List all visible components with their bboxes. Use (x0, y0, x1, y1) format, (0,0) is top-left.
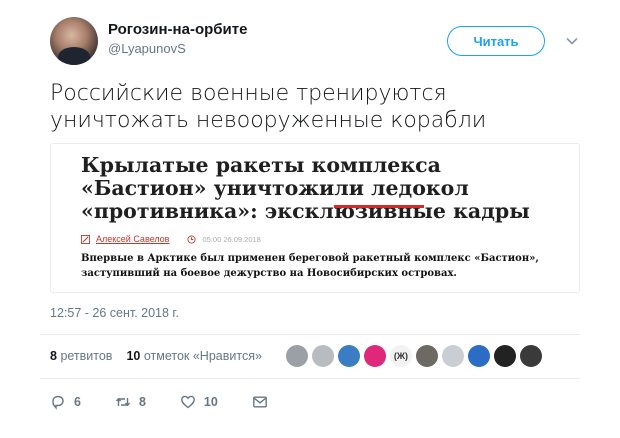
user-handle[interactable]: @LyapunovS (108, 41, 186, 56)
retweet-icon (115, 397, 130, 407)
engagement-stats: 8 ретвитов 10 отметок «Нравится» (50, 349, 262, 363)
avatar[interactable] (286, 345, 308, 367)
retweet-button[interactable]: 8 (115, 394, 146, 410)
display-name[interactable]: Рогозин-на-орбите (108, 21, 247, 38)
clock-icon (187, 234, 197, 244)
headline-underline (334, 205, 424, 208)
avatar[interactable] (50, 17, 98, 65)
avatar[interactable]: (Ж) (390, 345, 412, 367)
tweet-actions: 6 8 10 (50, 394, 302, 410)
card-headline: Крылатые ракеты комплекса «Бастион» унич… (81, 153, 530, 223)
tweet-timestamp[interactable]: 12:57 - 26 сент. 2018 г. (50, 306, 179, 320)
direct-message-button[interactable] (252, 394, 268, 410)
card-date: 05:00 26.09.2018 (202, 234, 261, 244)
retweets-stat[interactable]: 8 ретвитов (50, 349, 112, 363)
divider (40, 378, 580, 379)
reply-count: 6 (74, 395, 81, 409)
avatar[interactable] (416, 345, 438, 367)
retweets-stat-label: ретвитов (60, 349, 113, 363)
reply-icon (52, 395, 64, 410)
pencil-icon (81, 234, 90, 244)
liker-avatars: (Ж) (286, 345, 542, 367)
like-count: 10 (203, 395, 218, 409)
card-body: Впервые в Арктике был применен береговой… (81, 253, 539, 279)
avatar[interactable] (364, 345, 386, 367)
avatar[interactable] (520, 345, 542, 367)
chevron-down-icon[interactable] (565, 34, 579, 48)
avatar[interactable] (442, 345, 464, 367)
divider (40, 334, 580, 335)
likes-stat[interactable]: 10 отметок «Нравится» (126, 349, 261, 363)
tweet-text: Российские военные тренируются уничтожат… (50, 81, 487, 133)
retweets-count: 8 (50, 349, 57, 363)
likes-stat-label: отметок «Нравится» (143, 349, 262, 363)
avatar[interactable] (338, 345, 360, 367)
retweet-count: 8 (138, 395, 146, 409)
heart-icon (181, 395, 195, 409)
reply-button[interactable]: 6 (50, 394, 81, 410)
follow-button[interactable]: Читать (447, 26, 545, 56)
card-author[interactable]: Алексей Савелов (96, 234, 169, 244)
card-meta: Алексей Савелов 05:00 26.09.2018 (81, 234, 261, 244)
avatar[interactable] (312, 345, 334, 367)
like-button[interactable]: 10 (180, 394, 218, 410)
likes-count: 10 (126, 349, 141, 363)
avatar[interactable] (494, 345, 516, 367)
avatar[interactable] (468, 345, 490, 367)
envelope-icon (252, 396, 267, 408)
link-card[interactable]: Крылатые ракеты комплекса «Бастион» унич… (50, 143, 580, 293)
